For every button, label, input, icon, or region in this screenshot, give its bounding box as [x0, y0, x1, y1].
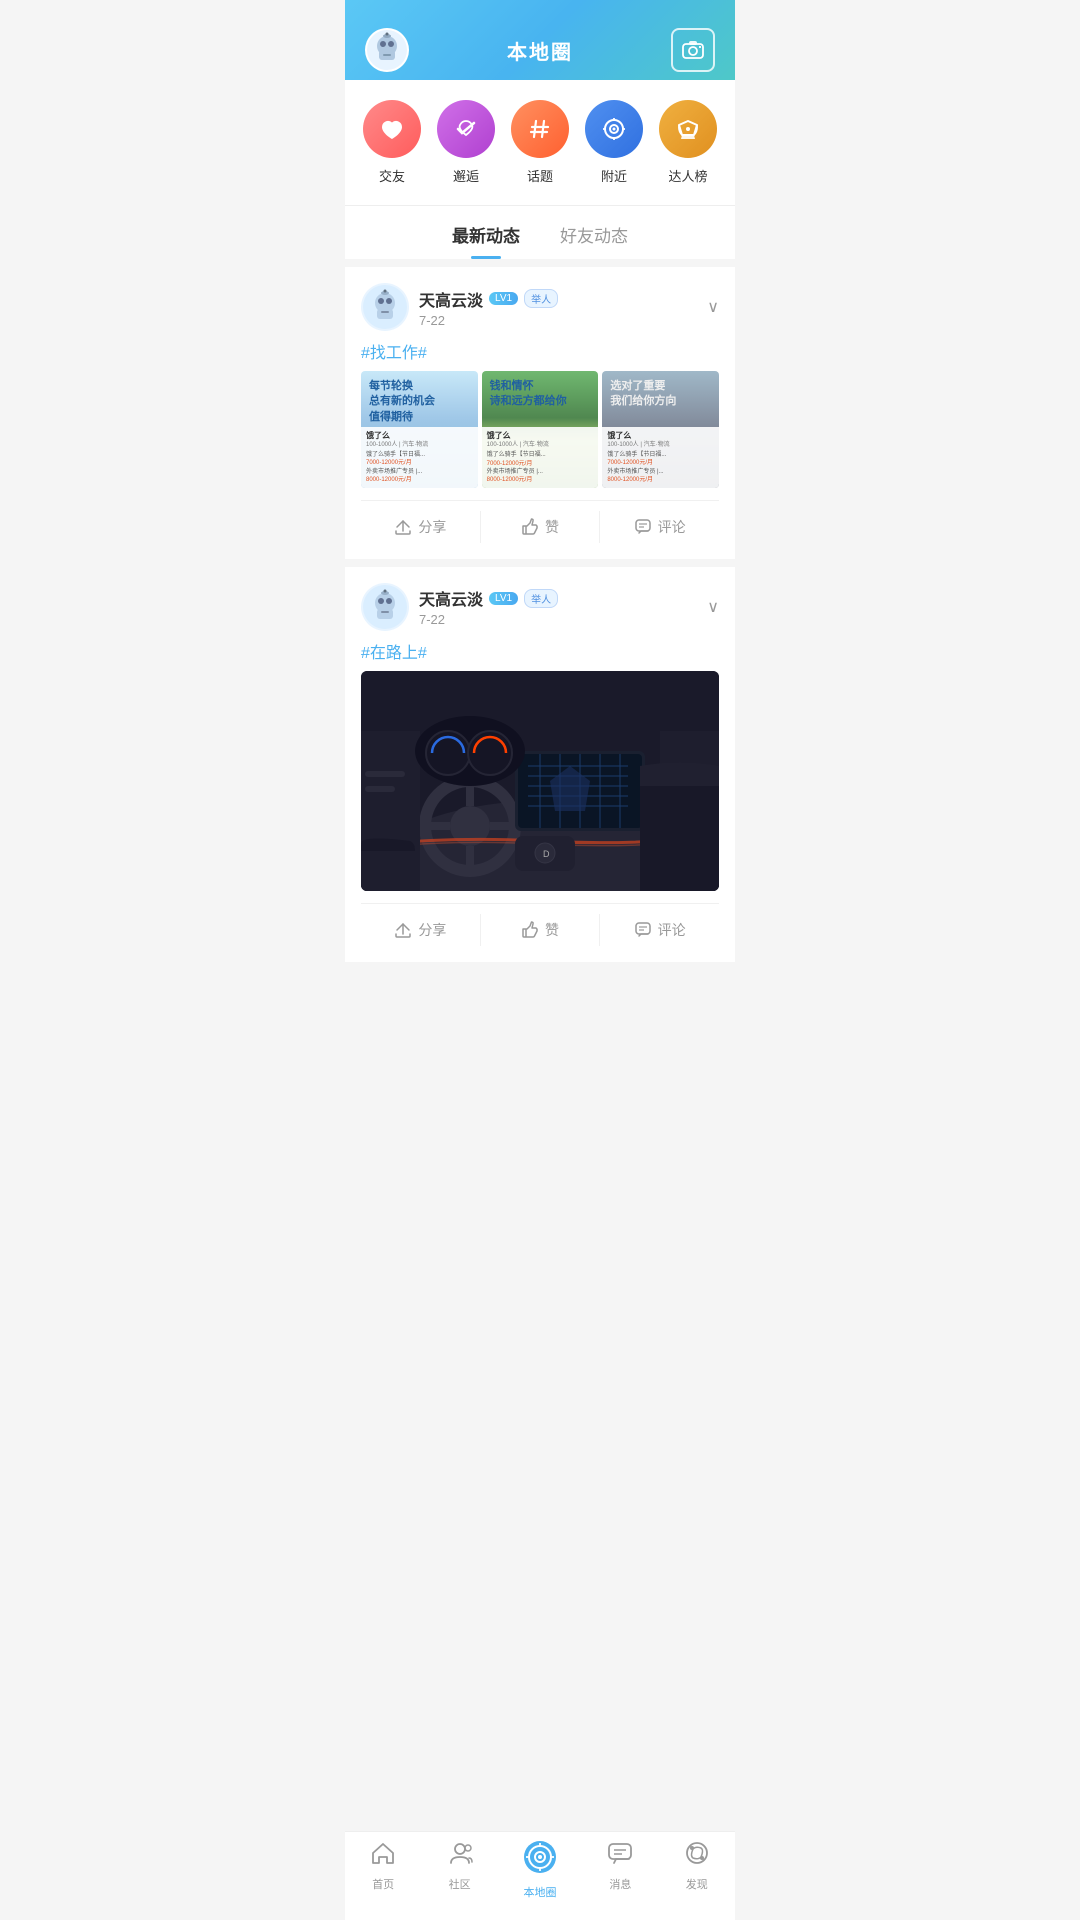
like-button-1[interactable]: 赞 [480, 511, 600, 543]
hashtag-1[interactable]: #找工作# [361, 339, 719, 363]
share-label-2: 分享 [418, 920, 446, 940]
comment-label-1: 评论 [658, 517, 686, 537]
nearby-label: 附近 [601, 166, 627, 185]
rank-label: 达人榜 [668, 166, 707, 185]
job-img2-text2: 诗和远方都给你 [490, 394, 591, 409]
nav-messages[interactable]: 消息 [607, 1840, 633, 1900]
user-name-row-2: 天高云淡 LV1 举人 [419, 586, 558, 610]
quick-actions-bar: 交友 邂逅 话题 [345, 80, 735, 206]
action-rank[interactable]: 达人榜 [659, 100, 717, 185]
post-user-2: 天高云淡 LV1 举人 7-22 [361, 583, 558, 631]
post-avatar-2[interactable] [361, 583, 409, 631]
action-friend[interactable]: 交友 [363, 100, 421, 185]
job-image-3[interactable]: 选对了重要 我们给你方向 饿了么 100-1000人 | 汽车·物流 饿了么骑手… [602, 371, 719, 488]
job-img1-text3: 值得期待 [369, 410, 470, 425]
job-img1-text2: 总有新的机会 [369, 394, 470, 409]
encounter-icon [437, 100, 495, 158]
action-bar-1: 分享 赞 评论 [361, 500, 719, 543]
level-badge-1: LV1 [489, 292, 518, 305]
car-image[interactable]: D [361, 671, 719, 891]
post-date-1: 7-22 [419, 313, 558, 328]
salary-2: 8000-12000元/月 [366, 476, 473, 484]
main-content: 交友 邂逅 话题 [345, 80, 735, 1050]
local-icon [523, 1840, 557, 1881]
report-badge-1: 举人 [524, 289, 558, 308]
job-card-3-bottom: 饿了么 100-1000人 | 汽车·物流 饿了么骑手【节日福... 7000-… [602, 427, 719, 488]
encounter-label: 邂逅 [453, 166, 479, 185]
username-1: 天高云淡 [419, 287, 483, 311]
feed-tabs: 最新动态 好友动态 [345, 206, 735, 259]
home-icon [370, 1840, 396, 1873]
page-title: 本地圈 [507, 36, 573, 65]
salary-1: 7000-12000元/月 [366, 459, 473, 467]
job-image-1[interactable]: 每节轮换 总有新的机会 值得期待 饿了么 100-1000人 | 汽车·物流 饿… [361, 371, 478, 488]
collapse-button-1[interactable]: ∨ [707, 297, 719, 317]
job-img2-text1: 钱和情怀 [490, 379, 591, 394]
collapse-button-2[interactable]: ∨ [707, 597, 719, 617]
job-image-grid: 每节轮换 总有新的机会 值得期待 饿了么 100-1000人 | 汽车·物流 饿… [361, 371, 719, 488]
user-info-1: 天高云淡 LV1 举人 7-22 [419, 287, 558, 328]
job-image-2[interactable]: 钱和情怀 诗和远方都给你 饿了么 100-1000人 | 汽车·物流 饿了么骑手… [482, 371, 599, 488]
post-user-1: 天高云淡 LV1 举人 7-22 [361, 283, 558, 331]
post-header-1: 天高云淡 LV1 举人 7-22 ∨ [361, 283, 719, 331]
post-avatar-1[interactable] [361, 283, 409, 331]
topic-icon [511, 100, 569, 158]
like-label-1: 赞 [545, 517, 559, 537]
share-label-1: 分享 [418, 517, 446, 537]
svg-text:D: D [543, 849, 550, 859]
comment-button-2[interactable]: 评论 [599, 914, 719, 946]
like-label-2: 赞 [545, 920, 559, 940]
nav-local[interactable]: 本地圈 [523, 1840, 557, 1900]
like-button-2[interactable]: 赞 [480, 914, 600, 946]
user-info-2: 天高云淡 LV1 举人 7-22 [419, 586, 558, 627]
tab-latest[interactable]: 最新动态 [452, 222, 520, 259]
job-card-1-bottom: 饿了么 100-1000人 | 汽车·物流 饿了么骑手【节日福... 7000-… [361, 427, 478, 488]
camera-button[interactable] [671, 28, 715, 72]
level-badge-2: LV1 [489, 592, 518, 605]
job-img1-text1: 每节轮换 [369, 379, 470, 394]
report-badge-2: 举人 [524, 589, 558, 608]
nav-discover-label: 发现 [686, 1876, 708, 1892]
topic-label: 话题 [527, 166, 553, 185]
comment-label-2: 评论 [658, 920, 686, 940]
post-date-2: 7-22 [419, 612, 558, 627]
hashtag-2[interactable]: #在路上# [361, 639, 719, 663]
comment-button-1[interactable]: 评论 [599, 511, 719, 543]
job-img3-text1: 选对了重要 [610, 379, 711, 394]
post-card-2: 天高云淡 LV1 举人 7-22 ∨ #在路上# [345, 567, 735, 962]
post-card-1: 天高云淡 LV1 举人 7-22 ∨ #找工作# 每节轮换 总有新的机会 值得期… [345, 267, 735, 559]
friend-label: 交友 [379, 166, 405, 185]
action-encounter[interactable]: 邂逅 [437, 100, 495, 185]
rank-icon [659, 100, 717, 158]
nearby-icon [585, 100, 643, 158]
header: 本地圈 [345, 0, 735, 80]
nav-community-label: 社区 [449, 1876, 471, 1892]
nav-home[interactable]: 首页 [370, 1840, 396, 1900]
share-button-1[interactable]: 分享 [361, 511, 480, 543]
nav-messages-label: 消息 [609, 1876, 631, 1892]
community-icon [447, 1840, 473, 1873]
job-img3-text2: 我们给你方向 [610, 394, 711, 409]
post-header-2: 天高云淡 LV1 举人 7-22 ∨ [361, 583, 719, 631]
user-avatar-header[interactable] [365, 28, 409, 72]
discover-icon [684, 1840, 710, 1873]
tab-friends[interactable]: 好友动态 [560, 222, 628, 259]
job-card-2-bottom: 饿了么 100-1000人 | 汽车·物流 饿了么骑手【节日福... 7000-… [482, 427, 599, 488]
action-nearby[interactable]: 附近 [585, 100, 643, 185]
nav-home-label: 首页 [372, 1876, 394, 1892]
username-2: 天高云淡 [419, 586, 483, 610]
nav-discover[interactable]: 发现 [684, 1840, 710, 1900]
nav-community[interactable]: 社区 [447, 1840, 473, 1900]
action-topic[interactable]: 话题 [511, 100, 569, 185]
action-bar-2: 分享 赞 评论 [361, 903, 719, 946]
user-name-row-1: 天高云淡 LV1 举人 [419, 287, 558, 311]
friend-icon [363, 100, 421, 158]
nav-local-label: 本地圈 [523, 1884, 556, 1900]
share-button-2[interactable]: 分享 [361, 914, 480, 946]
messages-icon [607, 1840, 633, 1873]
bottom-nav: 首页 社区 本地圈 [345, 1831, 735, 1920]
